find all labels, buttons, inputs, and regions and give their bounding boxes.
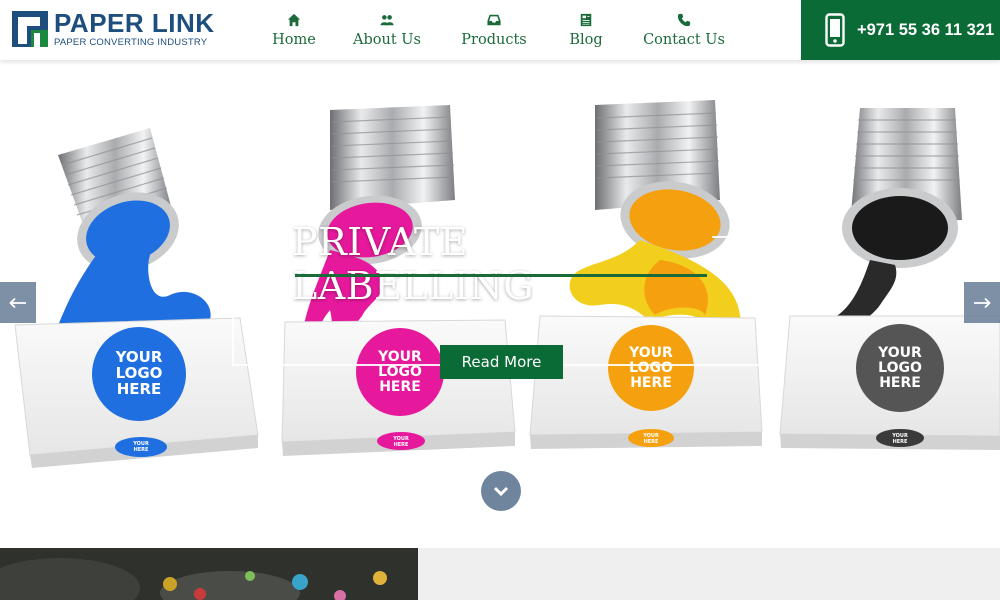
- logo-name: PAPER LINK: [54, 8, 215, 39]
- box-logo-text: YOUR: [877, 345, 922, 361]
- nav-item-label: Products: [461, 31, 527, 48]
- hero-slider: YOUR LOGO HERE YOUR HERE YOUR LOGO HERE …: [0, 60, 1000, 548]
- slide-frame-line: [563, 364, 763, 366]
- section-image-preview: [0, 548, 418, 600]
- box-logo-text: YOUR: [628, 345, 673, 361]
- newspaper-icon: [580, 13, 592, 26]
- box-small-logo-text: HERE: [394, 442, 409, 448]
- read-more-button[interactable]: Read More: [440, 345, 563, 379]
- box-logo-text: YOUR: [377, 349, 422, 365]
- slider-next-button[interactable]: [964, 282, 1000, 323]
- arrow-right-icon: [974, 297, 991, 308]
- slide-frame-line: [762, 240, 764, 366]
- nav-item-label: Home: [272, 31, 316, 48]
- slide-title: PRIVATE LABELLING: [292, 220, 534, 308]
- box-logo-text: LOGO: [878, 360, 922, 376]
- box-logo-text: HERE: [379, 379, 421, 395]
- nav-item-products[interactable]: Products: [441, 0, 547, 60]
- arrow-left-icon: [9, 297, 26, 308]
- box-small-logo-text: HERE: [134, 447, 149, 453]
- box-logo-text: HERE: [630, 375, 672, 391]
- box-small-logo-text: HERE: [893, 439, 908, 445]
- main-nav: Home About Us Products Blog Contact Us: [255, 0, 743, 60]
- section-content-preview: [418, 548, 1000, 600]
- nav-item-about[interactable]: About Us: [333, 0, 441, 60]
- box-logo-text: HERE: [879, 375, 921, 391]
- box-logo-text: HERE: [117, 380, 162, 398]
- box-logo-text: LOGO: [629, 360, 673, 376]
- site-header: PAPER LINK PAPER CONVERTING INDUSTRY Hom…: [0, 0, 1000, 60]
- slide-frame-line: [232, 310, 234, 366]
- logo-mark-icon: [12, 11, 48, 47]
- phone-icon: [677, 13, 691, 26]
- home-icon: [287, 13, 301, 26]
- inbox-icon: [487, 14, 501, 25]
- slide-frame-line: [712, 236, 764, 238]
- box-logo-text: LOGO: [378, 364, 422, 380]
- mobile-phone-icon: [825, 13, 845, 47]
- section-photo: [0, 548, 418, 600]
- nav-item-blog[interactable]: Blog: [547, 0, 625, 60]
- site-logo[interactable]: PAPER LINK PAPER CONVERTING INDUSTRY: [12, 9, 215, 49]
- slider-prev-button[interactable]: [0, 282, 36, 323]
- phone-number: +971 55 36 11 321: [857, 20, 995, 39]
- nav-item-home[interactable]: Home: [255, 0, 333, 60]
- nav-item-label: Contact Us: [643, 31, 725, 48]
- nav-item-label: Blog: [569, 31, 603, 48]
- scroll-down-button[interactable]: [481, 471, 521, 511]
- nav-item-contact[interactable]: Contact Us: [625, 0, 743, 60]
- users-icon: [380, 14, 394, 25]
- box-small-logo-text: HERE: [644, 439, 659, 445]
- phone-cta[interactable]: +971 55 36 11 321: [801, 0, 1000, 60]
- slide-frame-line: [232, 364, 440, 366]
- nav-item-label: About Us: [353, 31, 421, 48]
- logo-tagline: PAPER CONVERTING INDUSTRY: [54, 37, 208, 49]
- title-underline: [295, 274, 707, 277]
- paint-can-black: [842, 108, 962, 268]
- chevron-down-icon: [493, 486, 509, 497]
